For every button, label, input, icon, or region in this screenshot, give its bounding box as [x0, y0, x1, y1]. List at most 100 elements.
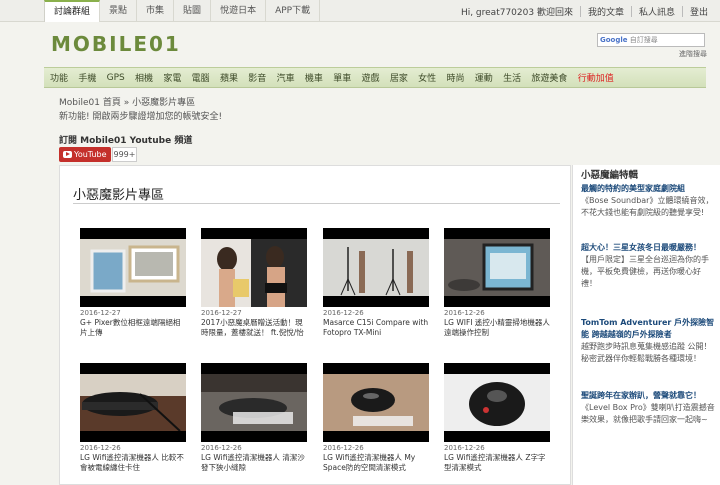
video-title[interactable]: LG Wifi遙控清潔機器人 清潔沙發下狹小縫隙	[201, 453, 307, 472]
user-links: Hi, great770203 歡迎回來 我的文章 私人訊息 登出	[461, 0, 708, 22]
video-card[interactable]: 2016-12-26 LG Wifi遙控清潔機器人 比較不會被電線纏住卡住	[80, 363, 186, 472]
nav-item[interactable]: GPS	[107, 73, 125, 83]
nav-item[interactable]: 相機	[135, 71, 153, 84]
nav-item[interactable]: 旅遊美食	[531, 71, 567, 84]
video-title[interactable]: LG Wifi遙控清潔機器人 My Space防的空間清潔模式	[323, 453, 429, 472]
video-date: 2016-12-26	[323, 444, 364, 452]
sidebar-item[interactable]: 最觸的特約的美型家庭劇院組 《Bose Soundbar》立體環繞音效，不花大錢…	[581, 183, 716, 219]
my-articles-link[interactable]: 我的文章	[588, 5, 624, 18]
nav-item[interactable]: 手機	[78, 71, 96, 84]
video-date: 2016-12-27	[201, 309, 242, 317]
youtube-button-label: YouTube	[74, 150, 107, 159]
video-card[interactable]: 2016-12-26 LG Wifi遙控清潔機器人 Z字字型清潔模式	[444, 363, 550, 472]
svg-text:MOBILE01: MOBILE01	[51, 32, 181, 56]
private-messages-link[interactable]: 私人訊息	[639, 5, 675, 18]
tab-market[interactable]: 市集	[137, 0, 175, 22]
video-card[interactable]: 2016-12-26 Masarce C15i Compare with Fot…	[323, 228, 429, 337]
video-title[interactable]: G+ Pixer數位相框遠端隔絕相片上傳	[80, 318, 186, 337]
robot-vacuum-image	[80, 374, 186, 431]
video-card[interactable]: 2016-12-26 LG Wifi遙控清潔機器人 清潔沙發下狹小縫隙	[201, 363, 307, 472]
photo-frame-image	[80, 239, 186, 296]
video-title[interactable]: LG WIFI 遙控小精靈掃地機器人 遠端操作控制	[444, 318, 550, 337]
robot-under-sofa-image	[201, 374, 307, 431]
video-thumbnail[interactable]	[80, 363, 186, 442]
subscriber-count: 999+	[112, 147, 137, 162]
video-date: 2016-12-26	[444, 309, 485, 317]
nav-item[interactable]: 蘋果	[220, 71, 238, 84]
top-tabs: 討論群組 景點 市集 貼圖 悅遊日本 APP下載	[44, 0, 321, 22]
youtube-subscribe-button[interactable]: YouTube	[59, 147, 111, 162]
tab-stickers[interactable]: 貼圖	[174, 0, 212, 22]
video-thumbnail[interactable]	[323, 228, 429, 307]
tab-app-download[interactable]: APP下載	[266, 0, 321, 22]
sidebar-item-title[interactable]: 最觸的特約的美型家庭劇院組	[581, 183, 716, 195]
advanced-search-link[interactable]: 進階搜尋	[679, 49, 707, 59]
user-greeting[interactable]: Hi, great770203 歡迎回來	[461, 5, 573, 18]
nav-item[interactable]: 生活	[503, 71, 521, 84]
video-card[interactable]: 2016-12-27 2017小惡魔桌曆贈送活動！現時限量，蓋樓就送！ ft.倪…	[201, 228, 307, 337]
video-thumbnail[interactable]	[444, 228, 550, 307]
youtube-play-icon	[63, 151, 72, 158]
video-card[interactable]: 2016-12-26 LG WIFI 遙控小精靈掃地機器人 遠端操作控制	[444, 228, 550, 337]
section-divider	[73, 203, 560, 204]
video-thumbnail[interactable]	[323, 363, 429, 442]
youtube-subscribe-title: 訂閱 Mobile01 Youtube 頻道	[59, 136, 193, 146]
robot-zigzag-image	[444, 374, 550, 431]
video-title[interactable]: LG Wifi遙控清潔機器人 比較不會被電線纏住卡住	[80, 453, 186, 472]
nav-item[interactable]: 運動	[475, 71, 493, 84]
sidebar-item-title[interactable]: 聖誕跨年在家辦趴，營聲就靠它！	[581, 390, 716, 402]
sidebar-heading: 小惡魔編特輯	[581, 170, 639, 181]
video-title[interactable]: LG Wifi遙控清潔機器人 Z字字型清潔模式	[444, 453, 550, 472]
video-date: 2016-12-26	[201, 444, 242, 452]
security-notice[interactable]: 新功能! 開啟兩步驟證增加您的帳號安全!	[59, 109, 222, 122]
tab-japan[interactable]: 悅遊日本	[211, 0, 267, 22]
tripods-image	[323, 239, 429, 296]
calendar-models-image	[201, 239, 307, 307]
nav-item[interactable]: 女性	[418, 71, 436, 84]
sidebar-item-desc: 越野跑步時訊息蒐集機感追蹤 公開！秘密武器伴你輕鬆戰勝各種環境！	[581, 342, 712, 363]
nav-item[interactable]: 家電	[163, 71, 181, 84]
nav-item[interactable]: 時尚	[446, 71, 464, 84]
nav-item[interactable]: 汽車	[277, 71, 295, 84]
breadcrumb[interactable]: Mobile01 首頁 » 小惡魔影片專區	[59, 95, 195, 108]
google-brand: Google	[600, 36, 628, 44]
sidebar-item-desc: 《Level Box Pro》雙喇叭打造震撼音樂效果，就像把歌手請回家一起嗨~	[581, 403, 715, 424]
video-card[interactable]: 2016-12-26 LG Wifi遙控清潔機器人 My Space防的空間清潔…	[323, 363, 429, 472]
video-thumbnail[interactable]	[201, 363, 307, 442]
tab-places[interactable]: 景點	[100, 0, 138, 22]
video-date: 2016-12-26	[80, 444, 121, 452]
nav-item[interactable]: 遊戲	[362, 71, 380, 84]
search-input[interactable]: Google 自訂搜尋	[597, 33, 705, 47]
video-thumbnail[interactable]	[201, 228, 307, 307]
section-title: 小惡魔影片專區	[73, 188, 165, 203]
video-date: 2016-12-26	[444, 444, 485, 452]
sidebar-item[interactable]: 超大心！三星女孩冬日最暖嚴務！ 【用戶限定】三星全台巡迴為你的手機，平板免費健檢…	[581, 242, 716, 290]
sidebar-item[interactable]: 聖誕跨年在家辦趴，營聲就靠它！ 《Level Box Pro》雙喇叭打造震撼音樂…	[581, 390, 716, 426]
video-title[interactable]: Masarce C15i Compare with Fotopro TX-Min…	[323, 318, 429, 337]
sidebar-item-title[interactable]: TomTom Adventurer 戶外探險智能 跨越越嶺的戶外探險者	[581, 317, 716, 341]
mobile01-logo[interactable]: MOBILE01	[51, 30, 201, 56]
tab-forums[interactable]: 討論群組	[44, 0, 101, 22]
video-thumbnail[interactable]	[444, 363, 550, 442]
video-date: 2016-12-26	[323, 309, 364, 317]
nav-item[interactable]: 功能	[50, 71, 68, 84]
robot-myspace-image	[323, 374, 429, 431]
sidebar-item[interactable]: TomTom Adventurer 戶外探險智能 跨越越嶺的戶外探險者 越野跑步…	[581, 317, 716, 365]
sidebar-item-desc: 《Bose Soundbar》立體環繞音效，不花大錢也能有劇院級的聽覺享受!	[581, 196, 714, 217]
nav-item[interactable]: 影音	[248, 71, 266, 84]
nav-item[interactable]: 居家	[390, 71, 408, 84]
video-title[interactable]: 2017小惡魔桌曆贈送活動！現時限量，蓋樓就送！ ft.倪悅/怡哥	[201, 318, 307, 337]
nav-item-mobile-value[interactable]: 行動加值	[578, 71, 614, 84]
search-placeholder: 自訂搜尋	[629, 36, 658, 44]
nav-item[interactable]: 機車	[305, 71, 323, 84]
nav-item[interactable]: 電腦	[192, 71, 210, 84]
video-card[interactable]: 2016-12-27 G+ Pixer數位相框遠端隔絕相片上傳	[80, 228, 186, 337]
sidebar-item-desc: 【用戶限定】三星全台巡迴為你的手機，平板免費健檢，再送你暖心好禮！	[581, 255, 709, 288]
sidebar-item-title[interactable]: 超大心！三星女孩冬日最暖嚴務！	[581, 242, 716, 254]
logout-link[interactable]: 登出	[690, 5, 708, 18]
phone-app-image	[444, 239, 550, 296]
video-thumbnail[interactable]	[80, 228, 186, 307]
video-date: 2016-12-27	[80, 309, 121, 317]
main-nav: 功能 手機 GPS 相機 家電 電腦 蘋果 影音 汽車 機車 單車 遊戲 居家 …	[44, 67, 706, 88]
nav-item[interactable]: 單車	[333, 71, 351, 84]
